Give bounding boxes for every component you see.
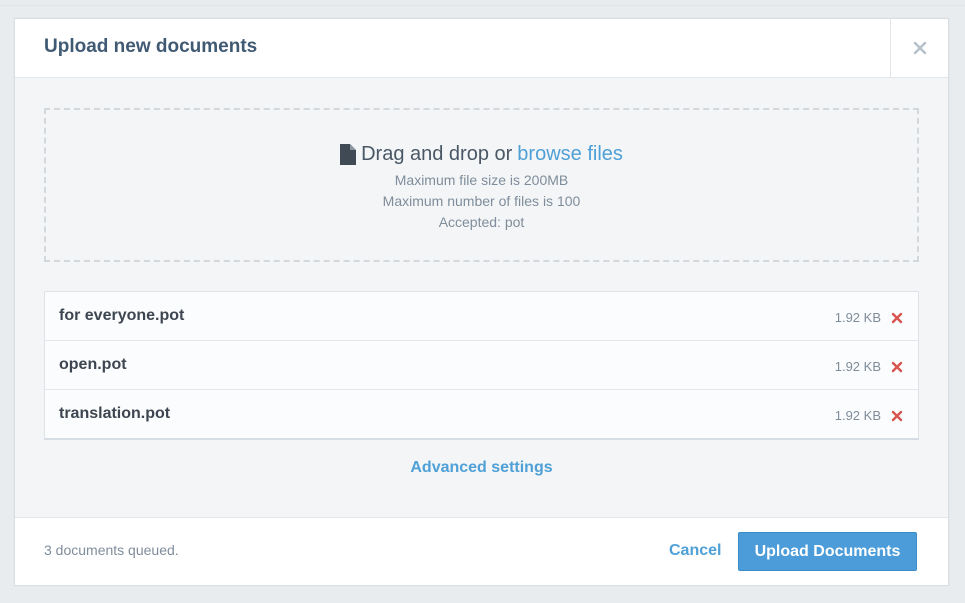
- browse-files-link[interactable]: browse files: [517, 143, 623, 166]
- file-dropzone[interactable]: Drag and drop or browse files Maximum fi…: [44, 108, 919, 262]
- file-name: translation.pot: [59, 405, 171, 422]
- upload-documents-button[interactable]: Upload Documents: [738, 532, 917, 571]
- file-name: for everyone.pot: [59, 307, 185, 324]
- remove-file-icon[interactable]: [891, 361, 903, 373]
- drop-prefix: Drag and drop or: [361, 143, 513, 165]
- close-icon: [913, 41, 926, 55]
- cancel-button[interactable]: Cancel: [669, 542, 721, 560]
- close-button[interactable]: [890, 19, 948, 77]
- file-size: 1.92 KB: [834, 408, 881, 423]
- max-files-text: Maximum number of files is 100: [382, 193, 581, 209]
- queued-file-list: for everyone.pot 1.92 KB open.pot 1.92 K…: [44, 291, 919, 440]
- max-size-text: Maximum file size is 200MB: [394, 172, 569, 188]
- file-size: 1.92 KB: [834, 310, 881, 325]
- upload-dialog: Upload new documents Drag and drop or br…: [14, 18, 949, 586]
- file-name: open.pot: [59, 356, 127, 373]
- file-size: 1.92 KB: [834, 359, 881, 374]
- remove-file-icon[interactable]: [891, 410, 903, 422]
- backdrop-line: [0, 5, 965, 6]
- accepted-types-text: Accepted: pot: [438, 214, 525, 230]
- file-row: translation.pot 1.92 KB: [45, 390, 918, 438]
- drop-instructions: Drag and drop or browse files: [46, 143, 917, 166]
- dialog-footer: 3 documents queued. Cancel Upload Docume…: [15, 517, 948, 585]
- advanced-settings-link[interactable]: Advanced settings: [15, 459, 948, 477]
- file-icon: [340, 144, 357, 165]
- dialog-header: Upload new documents: [15, 19, 948, 78]
- file-row: for everyone.pot 1.92 KB: [45, 292, 918, 341]
- queue-status: 3 documents queued.: [44, 542, 179, 558]
- advanced-settings-label[interactable]: Advanced settings: [410, 459, 552, 476]
- file-row: open.pot 1.92 KB: [45, 341, 918, 390]
- remove-file-icon[interactable]: [891, 312, 903, 324]
- dialog-title: Upload new documents: [44, 36, 258, 57]
